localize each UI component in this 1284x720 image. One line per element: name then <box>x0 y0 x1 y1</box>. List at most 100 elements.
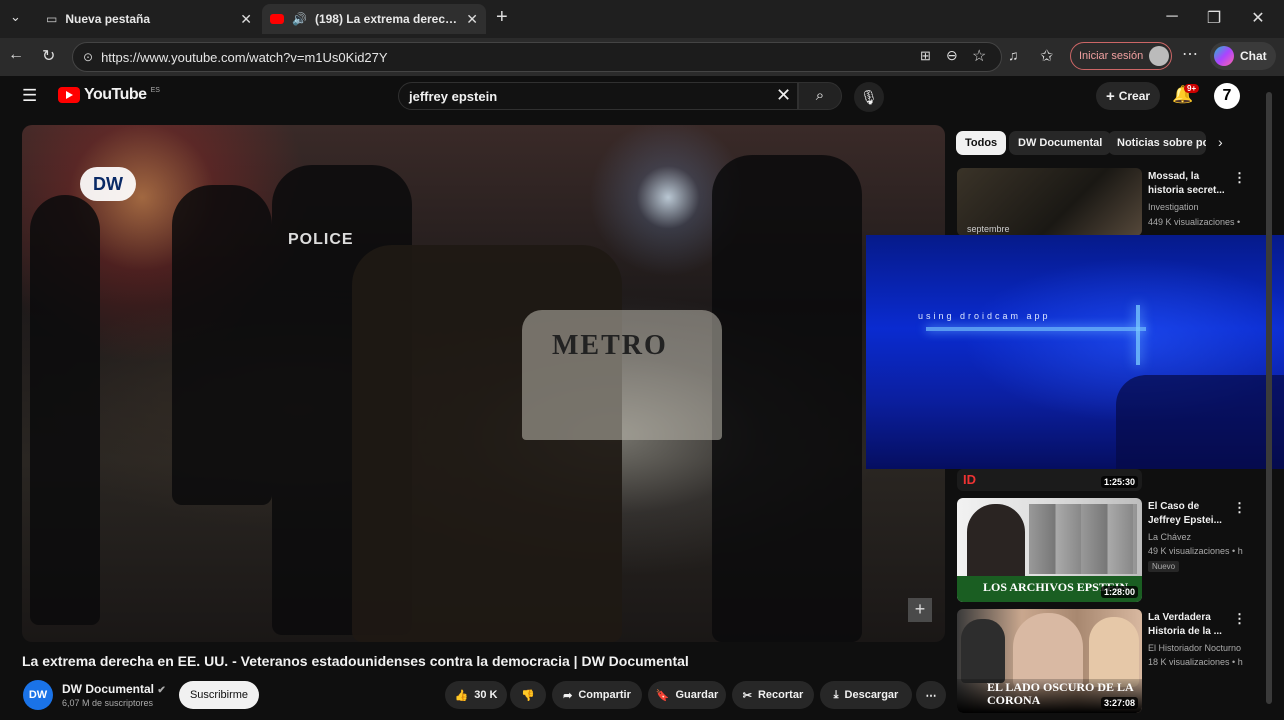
new-badge: Nuevo <box>1148 561 1180 572</box>
create-label: Crear <box>1118 89 1151 103</box>
search-input[interactable]: jeffrey epstein <box>398 82 798 110</box>
video-duration: 1:28:00 <box>1100 586 1138 598</box>
chip-dw-documental[interactable]: DW Documental <box>1009 131 1112 155</box>
chip-noticias[interactable]: Noticias sobre po <box>1108 131 1206 155</box>
country-code: ES <box>150 86 160 94</box>
page-scrollbar[interactable] <box>1266 92 1272 704</box>
recommendation-views: 449 K visualizaciones • <box>1148 217 1241 227</box>
youtube-logo[interactable]: YouTube ES <box>58 86 160 104</box>
hamburger-menu-icon[interactable]: ☰ <box>22 86 37 106</box>
chevron-right-icon[interactable]: › <box>1218 134 1223 150</box>
speaker-icon[interactable]: 🔊 <box>292 12 307 26</box>
logo-text: YouTube <box>84 86 147 103</box>
share-button[interactable]: ➦ Compartir <box>552 681 642 709</box>
close-tab-icon[interactable]: ✕ <box>466 11 478 28</box>
recommendation-channel[interactable]: El Historiador Nocturno <box>1148 643 1241 653</box>
led-strip <box>926 327 1146 331</box>
subscribe-button[interactable]: Suscribirme <box>179 681 259 709</box>
recommendation-thumbnail[interactable]: EL LADO OSCURO DE LA CORONA 3:27:08 <box>957 609 1142 713</box>
clip-button[interactable]: ✂ Recortar <box>732 681 814 709</box>
recommendation-views: 18 K visualizaciones • h <box>1148 657 1243 667</box>
more-vert-icon[interactable]: ⋮ <box>1233 500 1246 516</box>
channel-avatar[interactable]: DW <box>23 680 53 710</box>
recommendation-thumbnail[interactable]: ID 1:25:30 <box>957 469 1142 491</box>
recommendation-title[interactable]: El Caso de Jeffrey Epstei... <box>1148 500 1232 528</box>
create-button[interactable]: + Crear <box>1096 82 1160 110</box>
download-button[interactable]: ⤓ Descargar <box>820 681 912 709</box>
recommendation-title[interactable]: Mossad, la historia secret... <box>1148 170 1232 198</box>
bookmark-icon: 🔖 <box>655 689 670 702</box>
video-figure <box>30 195 100 625</box>
copilot-icon <box>1214 46 1234 66</box>
back-arrow-icon[interactable]: ← <box>8 46 24 64</box>
address-bar[interactable]: ⊙ https://www.youtube.com/watch?v=m1Us0K… <box>72 42 1002 72</box>
scissors-icon: ✂ <box>742 689 752 702</box>
channel-name-text: DW Documental <box>62 682 155 696</box>
video-duration: 1:25:30 <box>1100 476 1138 488</box>
signin-button[interactable]: Iniciar sesión <box>1070 42 1172 70</box>
zoom-icon[interactable]: ⊖ <box>946 47 958 64</box>
metro-label: METRO <box>552 330 668 361</box>
overlay-caption: using droidcam app <box>918 311 1051 321</box>
recommendation-channel[interactable]: Investigation <box>1148 202 1199 212</box>
more-vert-icon[interactable]: ⋮ <box>1233 611 1246 627</box>
settings-more-icon[interactable]: ⋯ <box>1182 44 1198 64</box>
search-icon: ⌕ <box>815 87 825 104</box>
close-tab-icon[interactable]: ✕ <box>240 11 252 28</box>
dislike-button[interactable]: 👎 <box>510 681 546 709</box>
led-strip <box>1136 305 1140 365</box>
verified-icon: ✔ <box>157 685 166 696</box>
more-actions-button[interactable]: ⋯ <box>916 681 946 709</box>
like-button[interactable]: 👍 30 K <box>445 681 507 709</box>
more-vert-icon[interactable]: ⋮ <box>1233 170 1246 186</box>
favorite-star-icon[interactable]: ☆ <box>972 46 986 66</box>
video-player[interactable]: DW POLICE METRO + <box>22 125 945 642</box>
share-label: Compartir <box>578 689 631 701</box>
recommendation-thumbnail[interactable]: septembre <box>957 168 1142 236</box>
site-info-icon[interactable]: ⊙ <box>83 50 93 64</box>
thumbnail-text: septembre <box>967 224 1010 234</box>
favorites-icon[interactable]: ✩ <box>1040 46 1053 66</box>
thumbnail-text: ID <box>963 472 976 487</box>
account-avatar[interactable]: 7 <box>1214 83 1240 109</box>
minimize-icon[interactable]: ─ <box>1160 8 1184 26</box>
video-figure <box>172 185 272 505</box>
reload-icon[interactable]: ↻ <box>42 46 55 66</box>
like-count: 30 K <box>474 689 498 701</box>
media-control-icon[interactable]: ♫ <box>1008 47 1019 63</box>
notifications-badge: 9+ <box>1184 84 1200 93</box>
save-button[interactable]: 🔖 Guardar <box>648 681 726 709</box>
youtube-play-icon <box>58 87 80 103</box>
tab-new-tab[interactable]: ▭ Nueva pestaña ✕ <box>38 4 260 34</box>
recommendation-title[interactable]: La Verdadera Historia de la ... <box>1148 611 1232 639</box>
copilot-chat-button[interactable]: Chat <box>1210 42 1276 70</box>
clear-search-icon[interactable]: ✕ <box>776 85 791 106</box>
youtube-favicon <box>270 14 284 24</box>
thumbnail-faces <box>1029 504 1137 574</box>
add-plus-icon[interactable]: + <box>908 598 932 622</box>
voice-search-button[interactable]: 🎙 <box>854 82 884 112</box>
thumbnail-portrait <box>961 619 1005 683</box>
app-available-icon[interactable]: ⊞ <box>920 48 931 64</box>
search-button[interactable]: ⌕ <box>798 82 842 110</box>
tab-youtube-video[interactable]: 🔊 (198) La extrema derecha en EE. ✕ <box>262 4 486 34</box>
close-window-icon[interactable]: ✕ <box>1246 8 1270 28</box>
profile-avatar-icon <box>1149 46 1170 66</box>
video-title: La extrema derecha en EE. UU. - Veterano… <box>22 653 689 669</box>
thumbnail-portrait <box>1089 617 1139 687</box>
recommendation-views: 49 K visualizaciones • h <box>1148 546 1243 556</box>
clip-label: Recortar <box>757 689 804 701</box>
thumbnail-portrait <box>1013 613 1083 689</box>
tab-list-chevron-icon[interactable]: ⌄ <box>10 9 21 25</box>
search-value: jeffrey epstein <box>409 88 498 104</box>
thumbs-down-icon: 👎 <box>521 689 535 702</box>
new-tab-plus-icon[interactable]: + <box>496 6 508 29</box>
police-label: POLICE <box>288 231 354 248</box>
channel-name[interactable]: DW Documental ✔ <box>62 682 166 696</box>
chip-todos[interactable]: Todos <box>956 131 1007 155</box>
save-label: Guardar <box>675 689 719 701</box>
recommendation-thumbnail[interactable]: LOS ARCHIVOS EPSTEIN 1:28:00 <box>957 498 1142 602</box>
restore-icon[interactable]: ❐ <box>1202 8 1226 28</box>
recommendation-channel[interactable]: La Chávez <box>1148 532 1191 542</box>
signin-label: Iniciar sesión <box>1079 50 1144 62</box>
